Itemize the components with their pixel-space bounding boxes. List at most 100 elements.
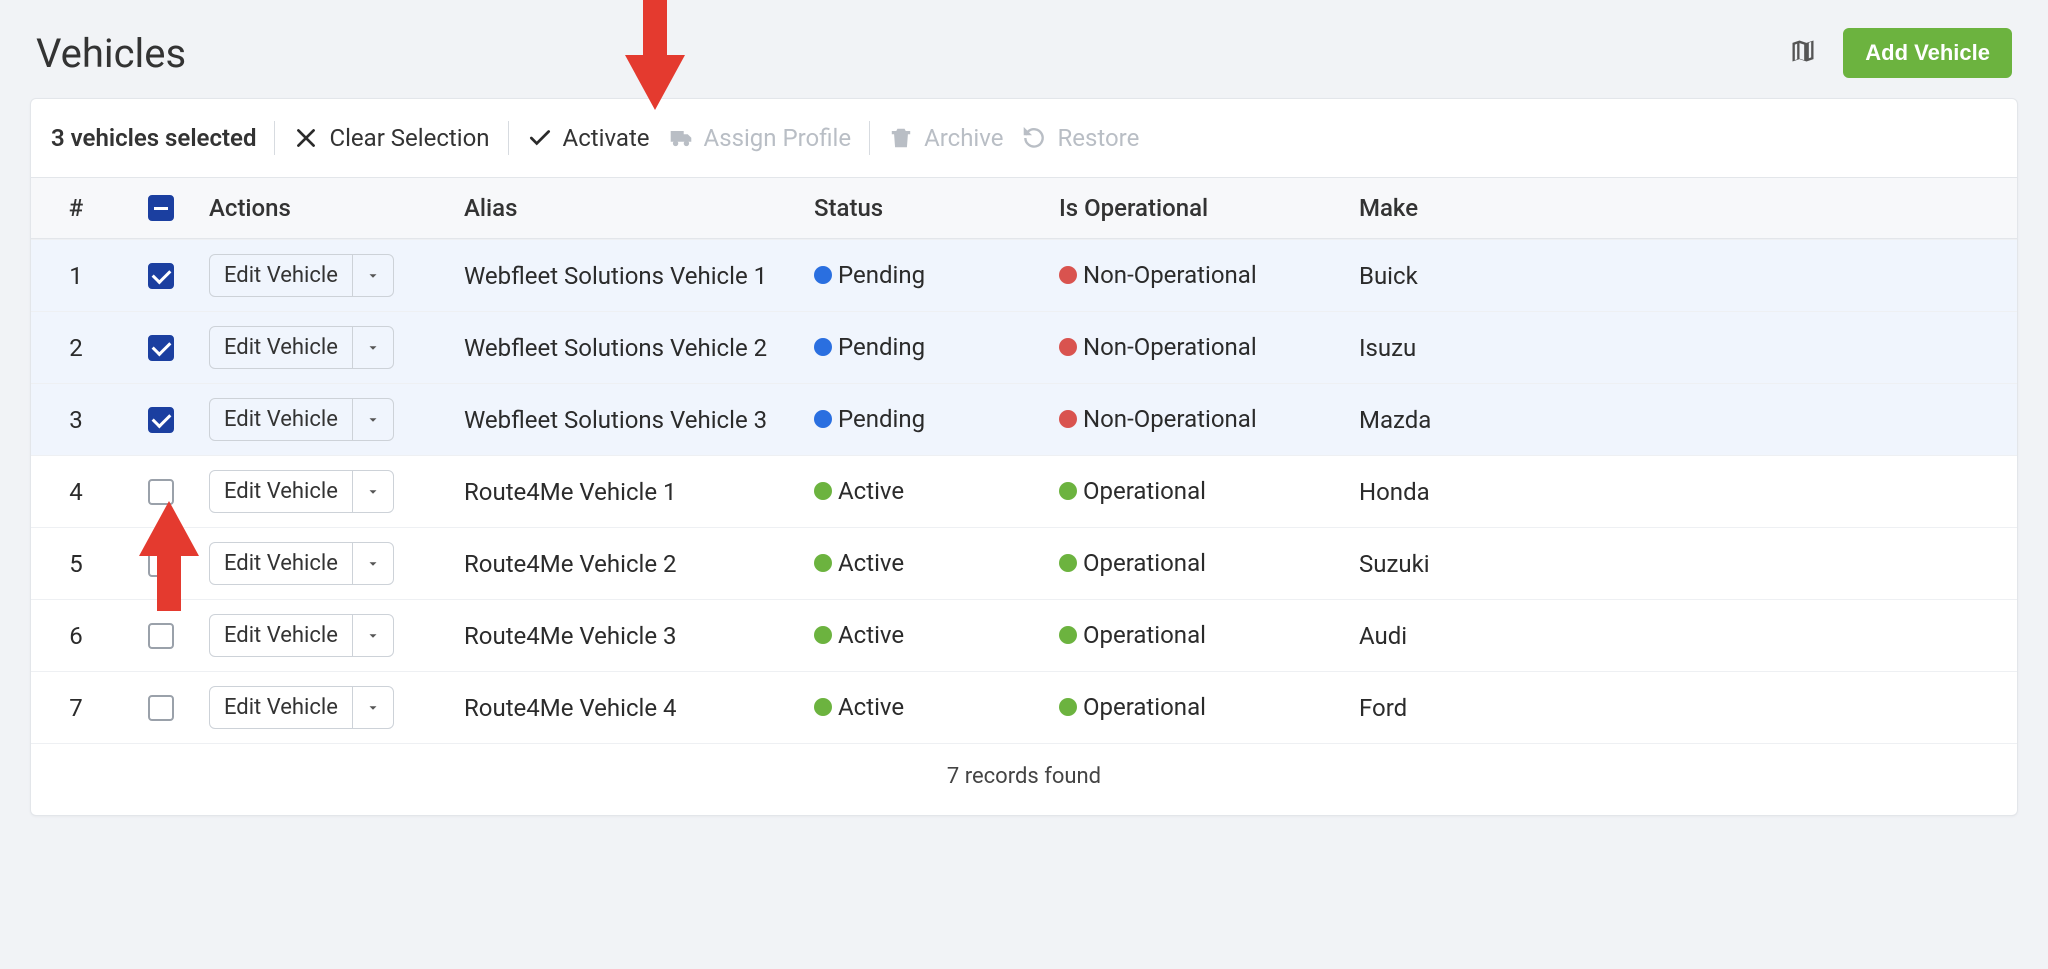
close-icon: [293, 125, 319, 151]
edit-vehicle-menu-toggle[interactable]: [353, 615, 393, 656]
restore-icon: [1021, 125, 1047, 151]
edit-vehicle-button[interactable]: Edit Vehicle: [209, 326, 394, 369]
edit-vehicle-label[interactable]: Edit Vehicle: [210, 687, 353, 728]
operational-cell: Non-Operational: [1059, 261, 1257, 289]
edit-vehicle-label[interactable]: Edit Vehicle: [210, 543, 353, 584]
operational-label: Operational: [1083, 549, 1206, 577]
check-icon: [527, 125, 553, 151]
operational-dot: [1059, 554, 1077, 572]
status-cell: Active: [814, 549, 904, 577]
table-row: 3 Edit Vehicle Webfleet Solutions Vehicl…: [31, 383, 2017, 455]
select-all-checkbox[interactable]: [148, 195, 174, 221]
row-number: 2: [31, 334, 121, 362]
alias-cell: Webfleet Solutions Vehicle 3: [456, 406, 806, 434]
operational-dot: [1059, 626, 1077, 644]
edit-vehicle-button[interactable]: Edit Vehicle: [209, 614, 394, 657]
row-number: 6: [31, 622, 121, 650]
edit-vehicle-menu-toggle[interactable]: [353, 327, 393, 368]
edit-vehicle-button[interactable]: Edit Vehicle: [209, 470, 394, 513]
archive-button: Archive: [888, 124, 1003, 152]
activate-button[interactable]: Activate: [527, 124, 650, 152]
edit-vehicle-button[interactable]: Edit Vehicle: [209, 254, 394, 297]
trash-icon: [888, 125, 914, 151]
edit-vehicle-menu-toggle[interactable]: [353, 399, 393, 440]
row-checkbox[interactable]: [148, 479, 174, 505]
operational-dot: [1059, 410, 1077, 428]
operational-label: Operational: [1083, 621, 1206, 649]
chevron-down-icon: [366, 269, 380, 283]
make-cell: Suzuki: [1351, 550, 1581, 578]
table-row: 7 Edit Vehicle Route4Me Vehicle 4 Active…: [31, 671, 2017, 743]
operational-dot: [1059, 482, 1077, 500]
chevron-down-icon: [366, 485, 380, 499]
table-row: 4 Edit Vehicle Route4Me Vehicle 1 Active…: [31, 455, 2017, 527]
chevron-down-icon: [366, 341, 380, 355]
status-cell: Pending: [814, 261, 925, 289]
status-dot: [814, 698, 832, 716]
row-checkbox[interactable]: [148, 407, 174, 433]
col-status: Status: [806, 194, 1051, 222]
operational-dot: [1059, 266, 1077, 284]
edit-vehicle-label[interactable]: Edit Vehicle: [210, 471, 353, 512]
status-cell: Active: [814, 621, 904, 649]
edit-vehicle-button[interactable]: Edit Vehicle: [209, 398, 394, 441]
chevron-down-icon: [366, 701, 380, 715]
clear-selection-button[interactable]: Clear Selection: [293, 124, 489, 152]
row-checkbox[interactable]: [148, 695, 174, 721]
archive-label: Archive: [924, 124, 1003, 152]
operational-label: Non-Operational: [1083, 333, 1257, 361]
operational-cell: Non-Operational: [1059, 405, 1257, 433]
status-dot: [814, 482, 832, 500]
make-cell: Ford: [1351, 694, 1581, 722]
divider: [869, 121, 870, 155]
edit-vehicle-button[interactable]: Edit Vehicle: [209, 542, 394, 585]
edit-vehicle-label[interactable]: Edit Vehicle: [210, 255, 353, 296]
alias-cell: Route4Me Vehicle 3: [456, 622, 806, 650]
map-icon[interactable]: [1789, 37, 1817, 69]
col-num: #: [31, 194, 121, 222]
row-number: 3: [31, 406, 121, 434]
status-cell: Pending: [814, 333, 925, 361]
make-cell: Audi: [1351, 622, 1581, 650]
records-found: 7 records found: [31, 743, 2017, 815]
edit-vehicle-label[interactable]: Edit Vehicle: [210, 399, 353, 440]
operational-label: Operational: [1083, 477, 1206, 505]
col-make: Make: [1351, 194, 1581, 222]
edit-vehicle-button[interactable]: Edit Vehicle: [209, 686, 394, 729]
status-dot: [814, 266, 832, 284]
table-row: 1 Edit Vehicle Webfleet Solutions Vehicl…: [31, 239, 2017, 311]
operational-label: Non-Operational: [1083, 261, 1257, 289]
alias-cell: Webfleet Solutions Vehicle 2: [456, 334, 806, 362]
col-alias: Alias: [456, 194, 806, 222]
edit-vehicle-label[interactable]: Edit Vehicle: [210, 615, 353, 656]
table-row: 2 Edit Vehicle Webfleet Solutions Vehicl…: [31, 311, 2017, 383]
clear-selection-label: Clear Selection: [329, 124, 489, 152]
operational-cell: Operational: [1059, 693, 1206, 721]
bulk-actions-toolbar: 3 vehicles selected Clear Selection Acti…: [31, 99, 2017, 178]
row-checkbox[interactable]: [148, 263, 174, 289]
operational-dot: [1059, 698, 1077, 716]
status-dot: [814, 338, 832, 356]
col-is-operational: Is Operational: [1051, 194, 1351, 222]
edit-vehicle-menu-toggle[interactable]: [353, 687, 393, 728]
operational-cell: Operational: [1059, 549, 1206, 577]
alias-cell: Route4Me Vehicle 4: [456, 694, 806, 722]
activate-label: Activate: [563, 124, 650, 152]
page-title: Vehicles: [36, 30, 186, 77]
edit-vehicle-menu-toggle[interactable]: [353, 471, 393, 512]
status-label: Pending: [838, 261, 925, 289]
row-checkbox[interactable]: [148, 335, 174, 361]
edit-vehicle-menu-toggle[interactable]: [353, 543, 393, 584]
alias-cell: Route4Me Vehicle 2: [456, 550, 806, 578]
add-vehicle-button[interactable]: Add Vehicle: [1843, 28, 2012, 78]
row-checkbox[interactable]: [148, 623, 174, 649]
status-dot: [814, 554, 832, 572]
row-checkbox[interactable]: [148, 551, 174, 577]
make-cell: Buick: [1351, 262, 1581, 290]
status-dot: [814, 410, 832, 428]
edit-vehicle-label[interactable]: Edit Vehicle: [210, 327, 353, 368]
operational-label: Operational: [1083, 693, 1206, 721]
edit-vehicle-menu-toggle[interactable]: [353, 255, 393, 296]
divider: [508, 121, 509, 155]
status-cell: Active: [814, 693, 904, 721]
